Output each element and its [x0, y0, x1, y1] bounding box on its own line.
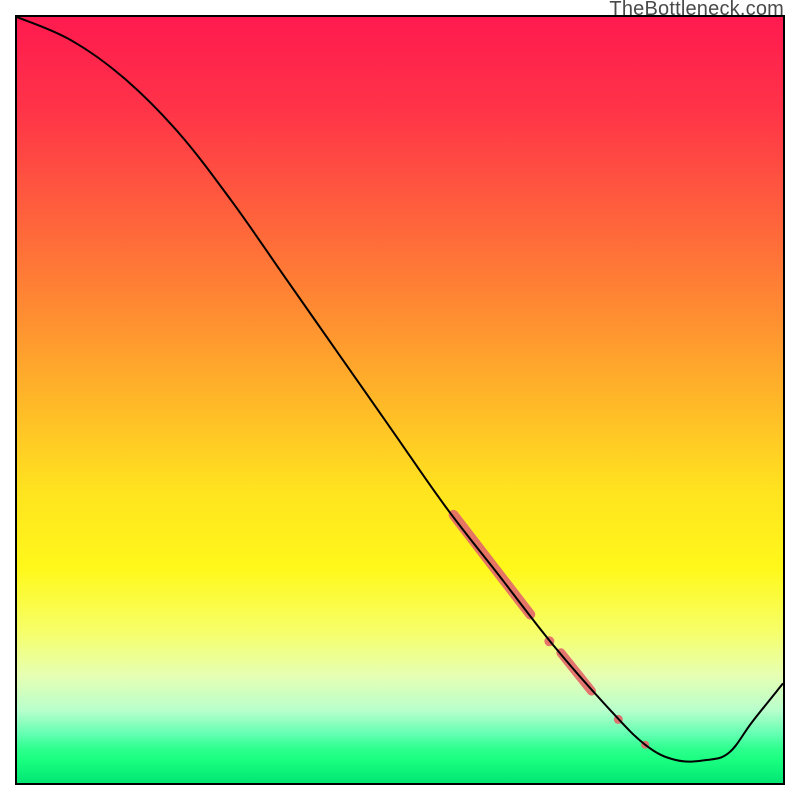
highlight-segments	[454, 515, 646, 745]
chart-container: { "watermark": "TheBottleneck.com", "col…	[0, 0, 800, 800]
curve-overlay	[17, 17, 783, 783]
bottleneck-curve	[17, 17, 783, 762]
plot-area	[15, 15, 785, 785]
